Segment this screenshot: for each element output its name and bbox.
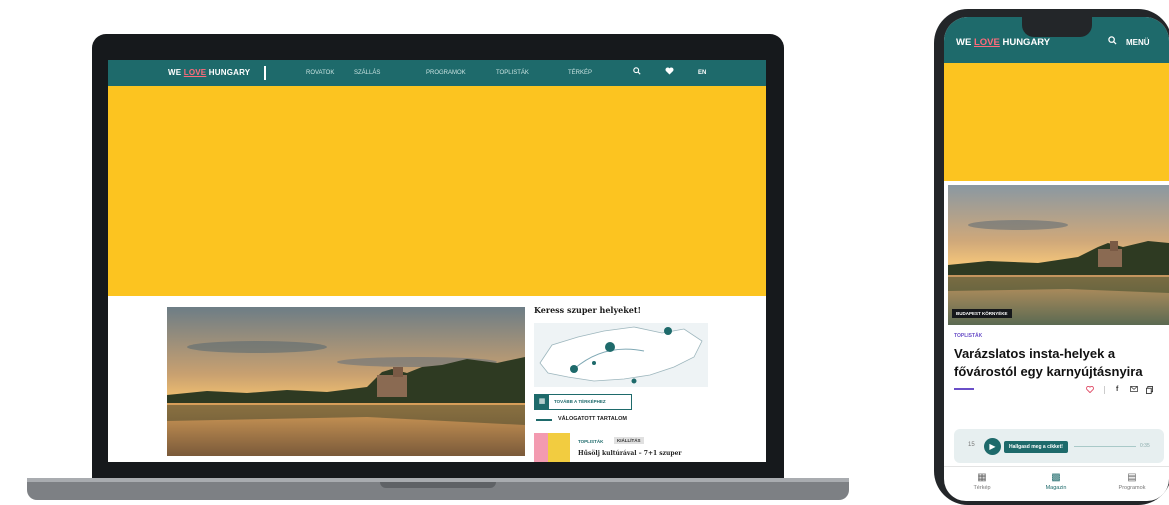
sidebar: Keress szuper helyeket! ▦ TOVÁBB A TÉRKÉ…	[534, 305, 724, 462]
sidebar-title: Keress szuper helyeket!	[534, 305, 642, 315]
tab-magazin[interactable]: ▩ Magazin	[1026, 472, 1086, 498]
tab-label: Magazin	[1045, 485, 1067, 491]
language-switch[interactable]: EN	[698, 70, 706, 76]
email-icon[interactable]	[1130, 386, 1138, 394]
article-tag[interactable]: TOPLISTÁK	[954, 333, 982, 339]
curated-label: VÁLOGATOTT TARTALOM	[558, 416, 627, 422]
title-accent-line	[954, 388, 974, 390]
tab-terkep[interactable]: ▦ Térkép	[952, 472, 1012, 498]
nav-programok[interactable]: PROGRAMOK	[426, 70, 466, 76]
curated-accent-bar	[536, 419, 552, 421]
nav-toplistak[interactable]: TOPLISTÁK	[496, 70, 529, 76]
phone-notch	[1022, 17, 1092, 37]
hero-image[interactable]	[167, 307, 525, 456]
mobile-ad-banner[interactable]	[944, 63, 1169, 181]
logo-we: WE	[168, 68, 182, 77]
magazine-icon: ▩	[1051, 472, 1061, 483]
map-icon: ▦	[977, 472, 987, 483]
logo-love: LOVE	[183, 68, 207, 77]
skip-back-button[interactable]: 15	[968, 442, 975, 448]
tabbar-divider	[944, 466, 1169, 467]
map-button[interactable]: ▦ TOVÁBB A TÉRKÉPHEZ	[534, 394, 632, 410]
desktop-screen: WE LOVE HUNGARY ROVATOK SZÁLLÁS PROGRAMO…	[108, 60, 766, 462]
menu-button[interactable]: MENÜ	[1126, 38, 1150, 47]
article-tag-toplistak[interactable]: TOPLISTÁK	[575, 438, 606, 445]
curated-heading: VÁLOGATOTT TARTALOM	[534, 415, 724, 425]
ad-banner[interactable]	[108, 86, 766, 296]
audio-player: 15 ▶ Hallgasd meg a cikket! 0:35	[954, 429, 1164, 463]
logo-we: WE	[956, 37, 972, 48]
listen-cta[interactable]: Hallgasd meg a cikket!	[1004, 441, 1068, 453]
share-divider	[1104, 386, 1105, 394]
nav-separator	[264, 66, 266, 80]
nav-szallas[interactable]: SZÁLLÁS	[354, 70, 380, 76]
copy-link-icon[interactable]	[1146, 386, 1153, 396]
desktop-nav: WE LOVE HUNGARY ROVATOK SZÁLLÁS PROGRAMO…	[108, 60, 766, 86]
mobile-screen: WE LOVE HUNGARY MENÜ BUDAPEST KÖRNYÉKE T…	[944, 17, 1169, 501]
site-logo[interactable]: WE LOVE HUNGARY	[168, 68, 250, 77]
logo-hungary: HUNGARY	[1002, 37, 1051, 48]
article-title-line1[interactable]: Varázslatos insta-helyek a	[954, 346, 1115, 361]
article-thumbnail[interactable]	[534, 433, 570, 462]
map-button-label: TOVÁBB A TÉRKÉPHEZ	[554, 399, 606, 404]
play-button[interactable]: ▶	[984, 438, 1001, 455]
category-badge[interactable]: BUDAPEST KÖRNYÉKE	[952, 309, 1012, 318]
thumbnail-figure	[534, 433, 548, 462]
tab-label: Programok	[1118, 485, 1146, 491]
nav-rovatok[interactable]: ROVATOK	[306, 70, 334, 76]
nav-terkep[interactable]: TÉRKÉP	[568, 70, 592, 76]
heart-icon[interactable]	[1086, 385, 1094, 395]
facebook-icon[interactable]: f	[1116, 386, 1118, 393]
search-icon[interactable]	[633, 67, 641, 77]
logo-hungary: HUNGARY	[208, 68, 251, 77]
calendar-icon: ▤	[1127, 472, 1137, 483]
laptop-notch	[380, 482, 496, 488]
search-icon[interactable]	[1108, 36, 1117, 48]
mobile-hero-image[interactable]	[948, 185, 1169, 325]
article-title-line2[interactable]: fővárostól egy karnyújtásnyira	[954, 364, 1143, 379]
tab-programok[interactable]: ▤ Programok	[1102, 472, 1162, 498]
laptop-bezel	[92, 462, 784, 478]
logo-love: LOVE	[973, 37, 1000, 48]
heart-icon[interactable]	[665, 67, 674, 77]
audio-progress-track[interactable]	[1074, 446, 1136, 447]
article-tag-kiallitas[interactable]: KIÁLLÍTÁS	[614, 437, 644, 444]
tab-label: Térkép	[973, 485, 991, 491]
mini-map[interactable]	[534, 323, 708, 387]
desktop-content: Keress szuper helyeket! ▦ TOVÁBB A TÉRKÉ…	[108, 296, 766, 462]
audio-duration: 0:35	[1140, 443, 1150, 449]
article-title[interactable]: Hűsölj kultúrával – 7+1 szuper	[578, 450, 682, 457]
map-icon: ▦	[535, 395, 549, 409]
mobile-logo[interactable]: WE LOVE HUNGARY	[956, 37, 1050, 48]
